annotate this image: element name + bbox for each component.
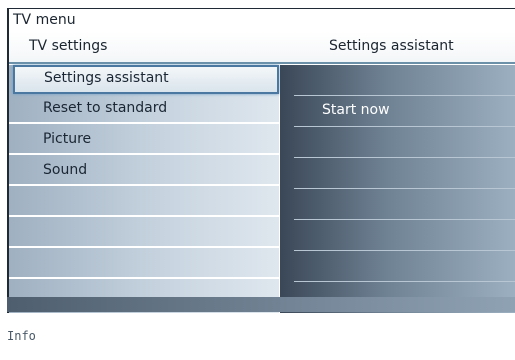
submenu-item-empty xyxy=(294,220,515,251)
menu-item-label: Reset to standard xyxy=(43,100,168,116)
info-label: Info xyxy=(7,329,36,343)
submenu-item-empty xyxy=(294,65,515,96)
menu-item-empty xyxy=(9,251,279,279)
submenu-item-start-now[interactable]: Start now xyxy=(294,96,515,127)
left-menu-panel: Settings assistant Reset to standard Pic… xyxy=(9,65,280,313)
menu-item-reset-to-standard[interactable]: Reset to standard xyxy=(9,96,279,124)
submenu-item-empty xyxy=(294,251,515,282)
menu-item-sound[interactable]: Sound xyxy=(9,158,279,186)
submenu-item-empty xyxy=(294,189,515,220)
header-left-label: TV settings xyxy=(29,38,108,54)
menu-title: TV menu xyxy=(13,12,76,28)
right-submenu-panel: Start now xyxy=(280,65,515,313)
menu-bottom-bar xyxy=(7,297,515,312)
menu-item-picture[interactable]: Picture xyxy=(9,127,279,155)
menu-item-label: Settings assistant xyxy=(44,70,169,86)
menu-item-label: Sound xyxy=(43,162,88,178)
submenu-item-empty xyxy=(294,158,515,189)
menu-item-empty xyxy=(9,189,279,217)
submenu-item-label: Start now xyxy=(322,102,390,118)
menu-item-settings-assistant[interactable]: Settings assistant xyxy=(13,65,279,94)
menu-header: TV settings Settings assistant xyxy=(9,32,515,64)
tv-menu-window: TV menu TV settings Settings assistant S… xyxy=(7,8,515,313)
menu-item-empty xyxy=(9,220,279,248)
header-right-label: Settings assistant xyxy=(329,38,454,54)
submenu-item-empty xyxy=(294,127,515,158)
menu-title-bar: TV menu xyxy=(9,9,515,33)
menu-item-label: Picture xyxy=(43,131,92,147)
